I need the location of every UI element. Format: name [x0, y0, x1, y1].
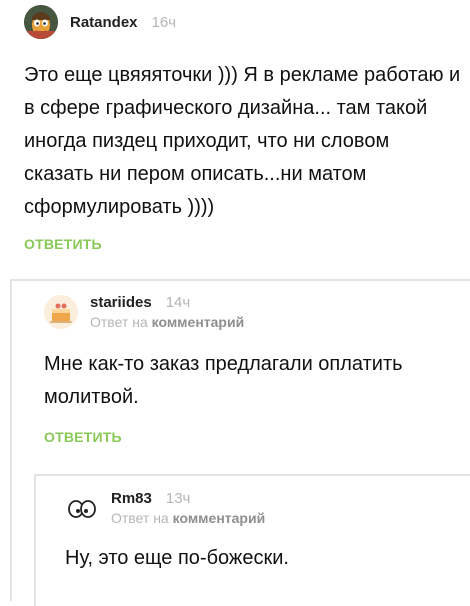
comment-header: stariides 14ч Ответ на комментарий: [44, 290, 459, 334]
reply-to-line: Ответ на комментарий: [90, 314, 244, 330]
reply-to-line: Ответ на комментарий: [111, 510, 265, 526]
comment-header: Ratandex 16ч: [24, 2, 464, 42]
comment-text: Это еще цвяяяточки ))) Я в рекламе работ…: [24, 64, 461, 218]
reply-to-link[interactable]: комментарий: [152, 314, 245, 330]
reply-to-link[interactable]: комментарий: [173, 510, 266, 526]
comment-text: Ну, это еще по-божески.: [65, 547, 289, 569]
reply-button[interactable]: ОТВЕТИТЬ: [24, 236, 464, 252]
timestamp: 14ч: [165, 294, 191, 311]
author-info: stariides 14ч Ответ на комментарий: [90, 294, 244, 330]
comment-stariides: stariides 14ч Ответ на комментарий Мне к…: [44, 290, 459, 445]
author-info: Rm83 13ч Ответ на комментарий: [111, 490, 265, 526]
author-name[interactable]: stariides: [90, 294, 152, 311]
author-name[interactable]: Ratandex: [70, 14, 138, 31]
reply-to-prefix: Ответ на: [90, 314, 148, 330]
eyes-avatar-icon[interactable]: [65, 491, 99, 525]
cartoon-face-avatar-icon[interactable]: [24, 5, 58, 39]
comment-rm83: Rm83 13ч Ответ на комментарий Ну, это ещ…: [65, 486, 460, 575]
reply-to-prefix: Ответ на: [111, 510, 169, 526]
comment-header: Rm83 13ч Ответ на комментарий: [65, 486, 460, 530]
timestamp: 16ч: [151, 13, 177, 31]
reply-button[interactable]: ОТВЕТИТЬ: [44, 429, 459, 445]
cake-avatar-icon[interactable]: [44, 295, 78, 329]
author-name[interactable]: Rm83: [111, 490, 152, 507]
comment-text: Мне как-то заказ предлагали оплатить мол…: [44, 353, 403, 408]
timestamp: 13ч: [165, 490, 191, 507]
comment-ratandex: Ratandex 16ч Это еще цвяяяточки ))) Я в …: [24, 2, 464, 252]
